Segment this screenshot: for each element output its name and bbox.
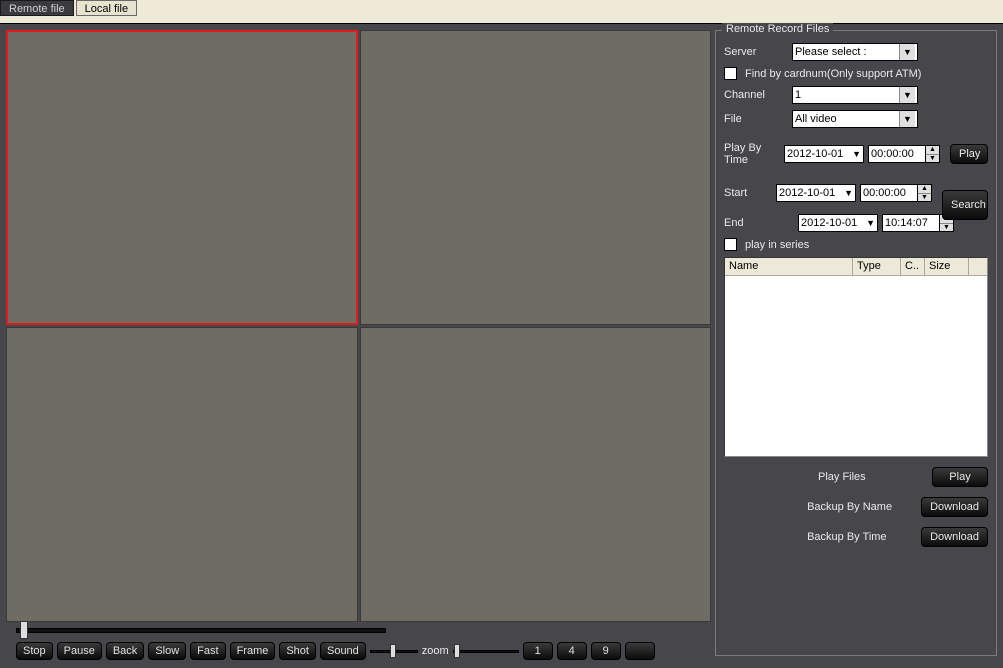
chevron-down-icon: ▼ <box>852 149 861 159</box>
th-name[interactable]: Name <box>725 258 853 275</box>
chevron-down-icon: ▼ <box>899 87 915 103</box>
file-value: All video <box>795 113 837 125</box>
remote-record-files-panel: Remote Record Files Server Please select… <box>715 30 997 656</box>
playbytime-date[interactable]: 2012-10-01 ▼ <box>784 145 864 163</box>
tab-remote-file[interactable]: Remote file <box>0 0 74 16</box>
backup-by-name-button[interactable]: Download <box>921 497 988 517</box>
stop-button[interactable]: Stop <box>16 642 53 660</box>
zoom-slider[interactable] <box>453 642 519 660</box>
frame-button[interactable]: Frame <box>230 642 276 660</box>
start-time[interactable]: 00:00:00 <box>860 184 918 202</box>
back-button[interactable]: Back <box>106 642 144 660</box>
play-in-series-label: play in series <box>745 239 809 251</box>
pause-button[interactable]: Pause <box>57 642 102 660</box>
server-value: Please select : <box>795 46 867 58</box>
bottom-actions: Play Files Play Backup By Name Download … <box>724 467 988 547</box>
play-in-series-checkbox[interactable] <box>724 238 737 251</box>
start-label: Start <box>724 187 772 199</box>
end-label: End <box>724 217 794 229</box>
channel-value: 1 <box>795 89 801 101</box>
video-cell-1[interactable] <box>6 30 358 325</box>
end-date[interactable]: 2012-10-01 ▼ <box>798 214 878 232</box>
play-files-label: Play Files <box>818 471 928 483</box>
channel-label: Channel <box>724 89 788 101</box>
progress-slider[interactable] <box>16 624 386 636</box>
video-cell-3[interactable] <box>6 327 358 622</box>
th-blank <box>969 258 987 275</box>
chevron-down-icon: ▼ <box>866 218 875 228</box>
start-spin[interactable]: ▲▼ <box>918 184 932 202</box>
channel-select[interactable]: 1 ▼ <box>792 86 918 104</box>
video-cell-2[interactable] <box>360 30 712 325</box>
layout-1-button[interactable]: 1 <box>523 642 553 660</box>
video-grid <box>6 30 711 622</box>
layout-extra-button[interactable] <box>625 642 655 660</box>
playbytime-label: Play By Time <box>724 142 780 166</box>
top-tab-bar: Remote file Local file <box>0 0 1003 24</box>
play-by-time-button[interactable]: Play <box>950 144 988 164</box>
find-by-cardnum-checkbox[interactable] <box>724 67 737 80</box>
playbytime-spin[interactable]: ▲▼ <box>926 145 940 163</box>
file-list-table[interactable]: Name Type C.. Size <box>724 257 988 457</box>
fast-button[interactable]: Fast <box>190 642 225 660</box>
end-time[interactable]: 10:14:07 <box>882 214 940 232</box>
th-size[interactable]: Size <box>925 258 969 275</box>
server-label: Server <box>724 46 788 58</box>
server-select[interactable]: Please select : ▼ <box>792 43 918 61</box>
layout-4-button[interactable]: 4 <box>557 642 587 660</box>
backup-by-name-label: Backup By Name <box>807 501 917 513</box>
chevron-down-icon: ▼ <box>899 44 915 60</box>
th-c[interactable]: C.. <box>901 258 925 275</box>
chevron-down-icon: ▼ <box>899 111 915 127</box>
find-by-cardnum-label: Find by cardnum(Only support ATM) <box>745 68 921 80</box>
sound-slider[interactable] <box>370 642 418 660</box>
file-select[interactable]: All video ▼ <box>792 110 918 128</box>
video-cell-4[interactable] <box>360 327 712 622</box>
layout-9-button[interactable]: 9 <box>591 642 621 660</box>
start-date[interactable]: 2012-10-01 ▼ <box>776 184 856 202</box>
slow-button[interactable]: Slow <box>148 642 186 660</box>
backup-by-time-label: Backup By Time <box>807 531 917 543</box>
sound-button[interactable]: Sound <box>320 642 366 660</box>
backup-by-time-button[interactable]: Download <box>921 527 988 547</box>
panel-legend: Remote Record Files <box>722 23 833 35</box>
play-files-button[interactable]: Play <box>932 467 988 487</box>
search-button[interactable]: Search <box>942 190 988 220</box>
table-header: Name Type C.. Size <box>725 258 987 276</box>
shot-button[interactable]: Shot <box>279 642 316 660</box>
th-type[interactable]: Type <box>853 258 901 275</box>
file-label: File <box>724 113 788 125</box>
zoom-label: zoom <box>422 645 449 657</box>
playbytime-time[interactable]: 00:00:00 <box>868 145 926 163</box>
chevron-down-icon: ▼ <box>844 188 853 198</box>
playback-toolbar: Stop Pause Back Slow Fast Frame Shot Sou… <box>16 642 655 660</box>
tab-local-file[interactable]: Local file <box>76 0 137 16</box>
